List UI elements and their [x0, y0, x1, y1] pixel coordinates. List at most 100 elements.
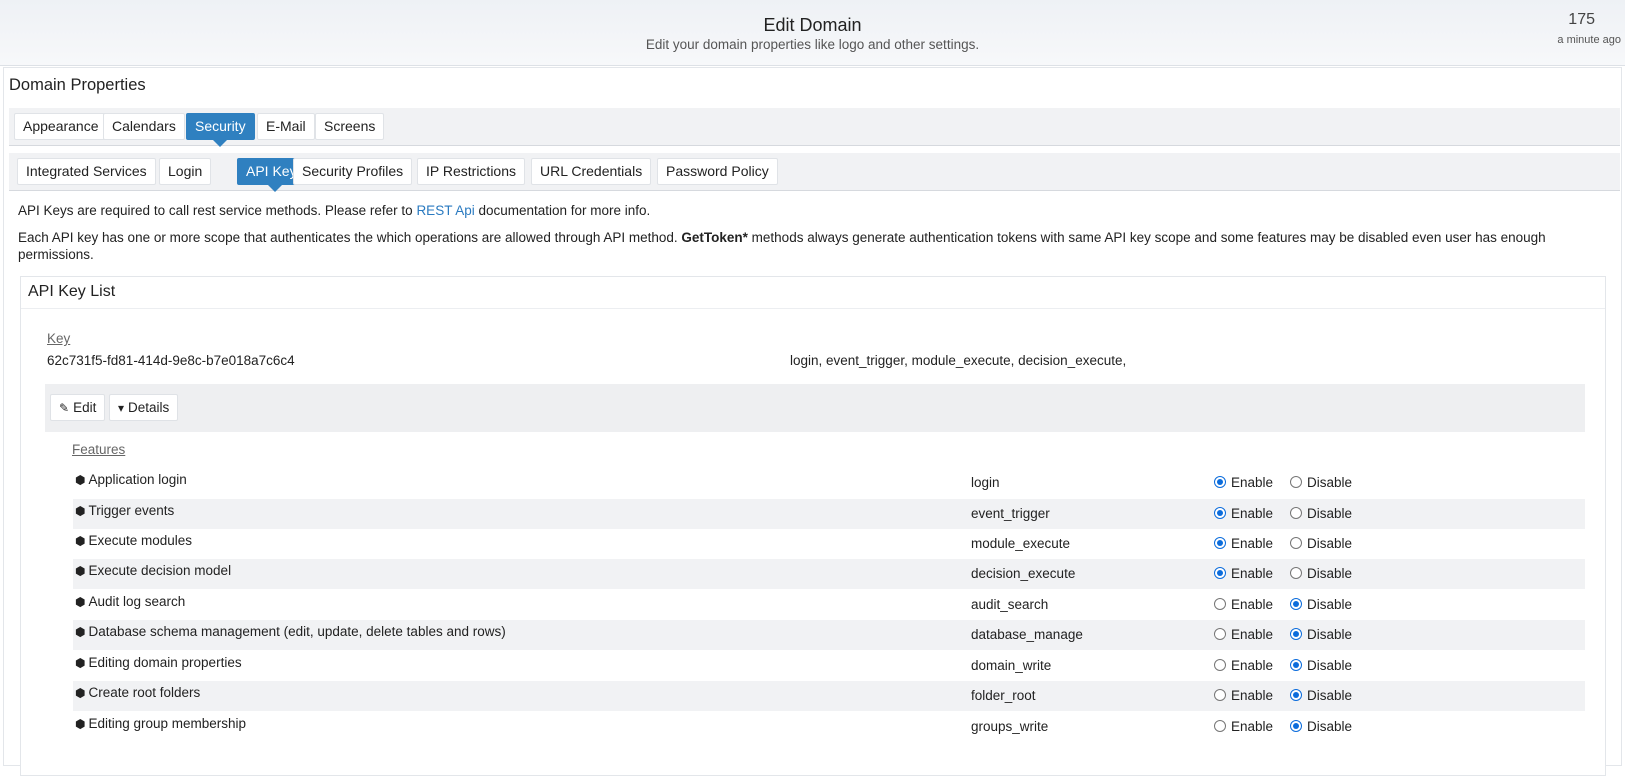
- enable-radio[interactable]: Enable: [1214, 688, 1273, 703]
- disable-radio[interactable]: Disable: [1290, 719, 1352, 734]
- disable-radio[interactable]: Disable: [1290, 597, 1352, 612]
- radio-selected[interactable]: [1290, 659, 1302, 671]
- details-button[interactable]: ▾ Details: [109, 394, 179, 421]
- cube-icon: ⬢: [75, 717, 86, 731]
- tab-password-policy[interactable]: Password Policy: [657, 158, 778, 185]
- feature-name: Database schema management (edit, update…: [88, 624, 506, 639]
- pencil-icon: ✎: [59, 401, 70, 415]
- radio-unselected[interactable]: [1214, 628, 1226, 640]
- feature-name: Application login: [88, 472, 187, 487]
- primary-tab-bar: Appearance Calendars Security E-Mail Scr…: [9, 108, 1620, 147]
- key-column-label: Key: [47, 331, 71, 346]
- disable-radio[interactable]: Disable: [1290, 658, 1352, 673]
- cube-icon: ⬢: [75, 625, 86, 639]
- tab-screens[interactable]: Screens: [315, 113, 385, 140]
- radio-selected[interactable]: [1214, 567, 1226, 579]
- disable-radio[interactable]: Disable: [1290, 566, 1352, 581]
- tab-calendars[interactable]: Calendars: [103, 113, 185, 140]
- disable-label: Disable: [1307, 688, 1353, 703]
- radio-selected[interactable]: [1214, 476, 1226, 488]
- radio-unselected[interactable]: [1214, 720, 1226, 732]
- feature-name: Editing group membership: [88, 716, 247, 731]
- feature-name: Editing domain properties: [88, 655, 242, 670]
- enable-label: Enable: [1231, 627, 1274, 642]
- key-action-bar: ✎ Edit ▾ Details: [45, 384, 1585, 432]
- enable-radio[interactable]: Enable: [1214, 506, 1273, 521]
- feature-code: decision_execute: [971, 566, 1076, 581]
- cube-icon: ⬢: [75, 534, 86, 548]
- disable-label: Disable: [1307, 658, 1353, 673]
- enable-label: Enable: [1231, 719, 1274, 734]
- edit-button[interactable]: ✎ Edit: [50, 394, 106, 421]
- page-header: Edit Domain Edit your domain properties …: [0, 0, 1625, 66]
- enable-label: Enable: [1231, 658, 1274, 673]
- feature-name: Audit log search: [88, 594, 186, 609]
- api-key-scopes: login, event_trigger, module_execute, de…: [790, 353, 1127, 368]
- enable-radio[interactable]: Enable: [1214, 566, 1273, 581]
- disable-radio[interactable]: Disable: [1290, 506, 1352, 521]
- tab-security[interactable]: Security: [186, 113, 255, 147]
- tab-url-credentials[interactable]: URL Credentials: [531, 158, 652, 185]
- enable-radio[interactable]: Enable: [1214, 658, 1273, 673]
- radio-selected[interactable]: [1290, 720, 1302, 732]
- tab-appearance[interactable]: Appearance: [14, 113, 108, 140]
- cube-icon: ⬢: [75, 564, 86, 578]
- rest-api-link[interactable]: REST Api: [416, 203, 474, 218]
- intro-text: API Keys are required to call rest servi…: [18, 203, 417, 218]
- edit-button-label: Edit: [73, 400, 97, 415]
- disable-radio[interactable]: Disable: [1290, 688, 1352, 703]
- api-key-value: 62c731f5-fd81-414d-9e8c-b7e018a7c6c4: [47, 353, 295, 368]
- secondary-tab-bar: Integrated Services Login API Keys Secur…: [9, 153, 1620, 192]
- enable-radio[interactable]: Enable: [1214, 536, 1273, 551]
- feature-name: Execute decision model: [88, 563, 232, 578]
- feature-name: Execute modules: [88, 533, 193, 548]
- disable-label: Disable: [1307, 506, 1353, 521]
- radio-selected[interactable]: [1214, 507, 1226, 519]
- domain-properties-panel: Domain Properties Appearance Calendars S…: [3, 67, 1622, 776]
- disable-radio[interactable]: Disable: [1290, 536, 1352, 551]
- tab-email[interactable]: E-Mail: [257, 113, 315, 140]
- radio-unselected[interactable]: [1290, 507, 1302, 519]
- intro-paragraph-2: Each API key has one or more scope that …: [18, 229, 1608, 263]
- disable-label: Disable: [1307, 536, 1353, 551]
- enable-label: Enable: [1231, 597, 1274, 612]
- radio-unselected[interactable]: [1290, 567, 1302, 579]
- cube-icon: ⬢: [75, 656, 86, 670]
- radio-unselected[interactable]: [1214, 659, 1226, 671]
- features-label: Features: [72, 442, 126, 457]
- cube-icon: ⬢: [75, 686, 86, 700]
- enable-radio[interactable]: Enable: [1214, 627, 1273, 642]
- tab-ip-restrictions[interactable]: IP Restrictions: [417, 158, 525, 185]
- radio-unselected[interactable]: [1290, 476, 1302, 488]
- intro-text: Each API key has one or more scope that …: [18, 230, 682, 245]
- page-title: Edit Domain: [763, 15, 862, 35]
- enable-radio[interactable]: Enable: [1214, 475, 1273, 490]
- radio-unselected[interactable]: [1290, 537, 1302, 549]
- cube-icon: ⬢: [75, 595, 86, 609]
- radio-selected[interactable]: [1290, 689, 1302, 701]
- disable-label: Disable: [1307, 719, 1353, 734]
- enable-label: Enable: [1231, 566, 1274, 581]
- tab-integrated-services[interactable]: Integrated Services: [17, 158, 156, 185]
- enable-radio[interactable]: Enable: [1214, 597, 1273, 612]
- disable-label: Disable: [1307, 475, 1353, 490]
- enable-label: Enable: [1231, 688, 1274, 703]
- gettoken-text: GetToken*: [681, 230, 748, 245]
- radio-unselected[interactable]: [1214, 689, 1226, 701]
- radio-selected[interactable]: [1214, 537, 1226, 549]
- tab-security-profiles[interactable]: Security Profiles: [293, 158, 413, 185]
- disable-label: Disable: [1307, 597, 1353, 612]
- radio-selected[interactable]: [1290, 598, 1302, 610]
- feature-code: domain_write: [971, 658, 1052, 673]
- intro-text: documentation for more info.: [474, 203, 651, 218]
- feature-row: ⬢ Editing group membership groups_write E…: [73, 712, 1585, 742]
- disable-radio[interactable]: Disable: [1290, 627, 1352, 642]
- radio-unselected[interactable]: [1214, 598, 1226, 610]
- api-key-list: API Key List Key 62c731f5-fd81-414d-9e8c…: [20, 276, 1606, 776]
- disable-radio[interactable]: Disable: [1290, 475, 1352, 490]
- feature-row: ⬢ Application login login Enable Disable: [73, 468, 1585, 498]
- tab-login[interactable]: Login: [159, 158, 212, 185]
- enable-radio[interactable]: Enable: [1214, 719, 1273, 734]
- radio-selected[interactable]: [1290, 628, 1302, 640]
- caret-down-icon: ▾: [118, 401, 125, 415]
